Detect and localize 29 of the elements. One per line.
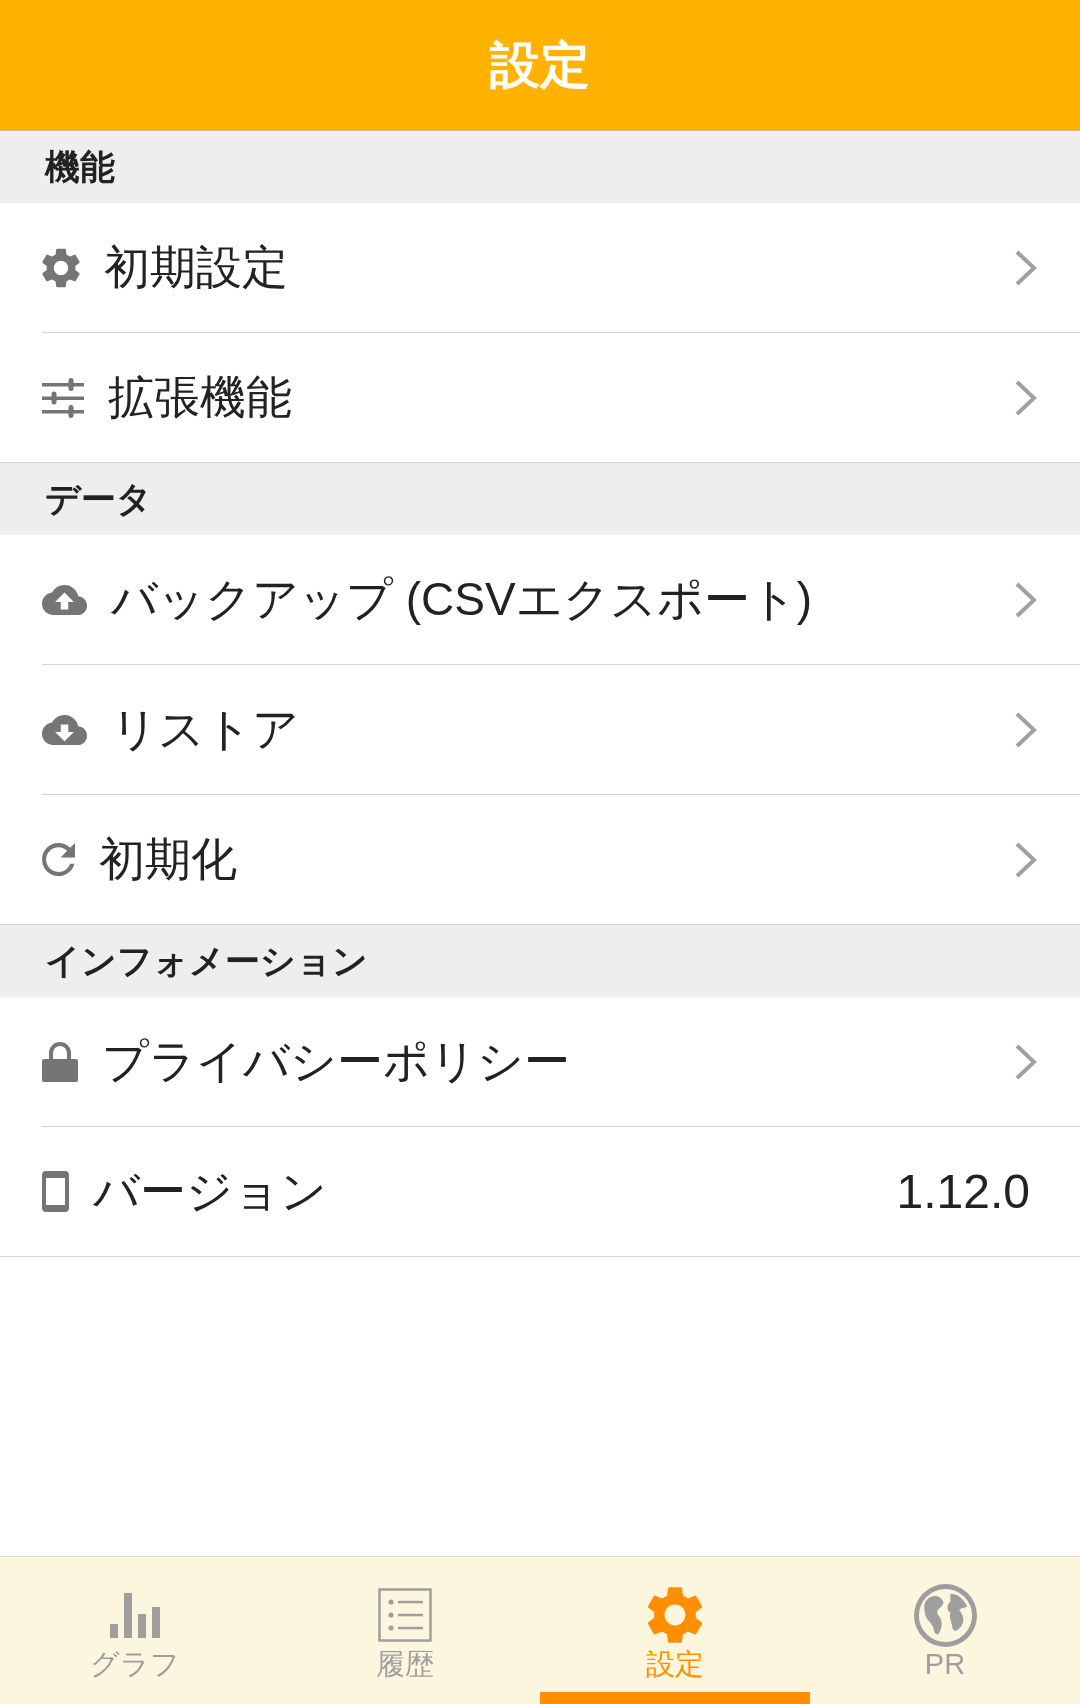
- refresh-icon: [42, 843, 75, 876]
- gear-icon: [646, 1586, 704, 1644]
- lock-icon: [42, 1041, 78, 1082]
- menu-item[interactable]: プライバシーポリシー: [42, 997, 1080, 1127]
- chevron-right-icon: [1014, 378, 1038, 417]
- menu-item[interactable]: リストア: [42, 665, 1080, 795]
- chevron-right-icon: [1014, 710, 1038, 749]
- chevron-right-icon: [1014, 1042, 1038, 1081]
- section-header: インフォメーション: [0, 925, 1080, 997]
- bar-chart-icon: [110, 1592, 160, 1638]
- screen-title: 設定: [490, 36, 590, 95]
- menu-item[interactable]: バックアップ (CSVエクスポート): [42, 535, 1080, 665]
- version-label: バージョン: [93, 1163, 328, 1219]
- list-icon: [378, 1588, 432, 1642]
- menu-item[interactable]: 初期設定: [42, 203, 1080, 333]
- chevron-right-icon: [1014, 840, 1038, 879]
- menu-item[interactable]: 初期化: [42, 795, 1080, 924]
- chevron-right-icon: [1014, 580, 1038, 619]
- gear-icon: [42, 247, 80, 288]
- globe-icon: [913, 1583, 977, 1647]
- chevron-right-icon: [1014, 248, 1038, 287]
- cloud-upload-icon: [42, 584, 87, 615]
- phone-icon: [42, 1171, 69, 1212]
- sliders-icon: [42, 377, 84, 418]
- menu-item[interactable]: 拡張機能: [42, 333, 1080, 462]
- section-header: データ: [0, 463, 1080, 535]
- cloud-download-icon: [42, 714, 87, 745]
- section-header: 機能: [0, 131, 1080, 203]
- version-number: 1.12.0: [896, 1164, 1030, 1219]
